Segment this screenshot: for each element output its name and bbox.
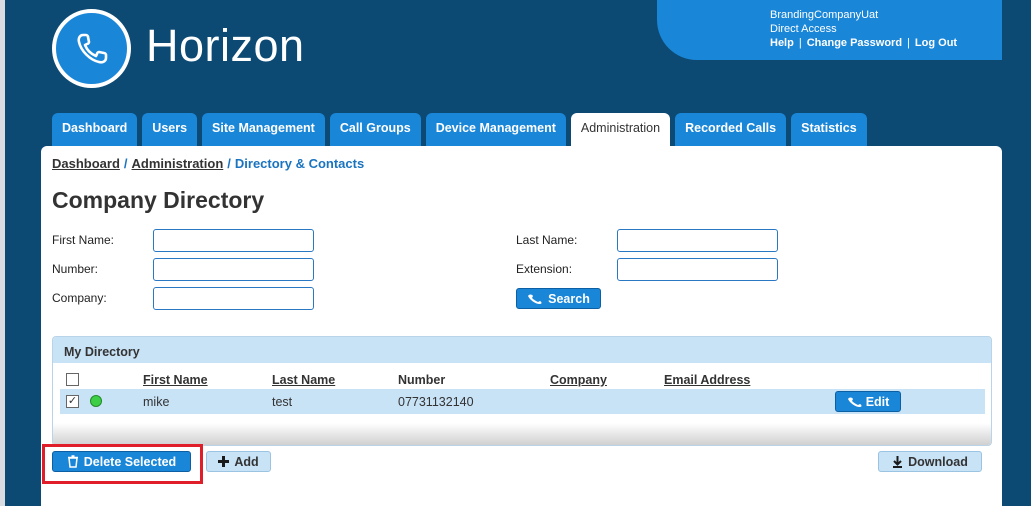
directory-footer-shadow: [53, 423, 991, 445]
phone-icon: [76, 33, 107, 64]
row-checkbox[interactable]: ✓: [66, 395, 79, 408]
download-icon: [893, 455, 903, 468]
add-button-label: Add: [234, 454, 259, 469]
row-first-name: mike: [143, 395, 170, 409]
tab-device-management[interactable]: Device Management: [425, 113, 566, 146]
tab-statistics[interactable]: Statistics: [791, 113, 867, 146]
tab-call-groups[interactable]: Call Groups: [329, 113, 421, 146]
company-name: BrandingCompanyUat: [770, 9, 879, 21]
row-last-name: test: [272, 395, 293, 409]
plus-icon: [218, 456, 230, 467]
table-row[interactable]: ✓ mike test 07731132140 Edit: [60, 389, 985, 414]
account-links: Help | Change Password | Log Out: [770, 37, 957, 49]
breadcrumb-dashboard-link[interactable]: Dashboard: [52, 156, 120, 171]
column-company[interactable]: Company: [550, 373, 607, 387]
status-online-icon: [90, 395, 102, 407]
edit-button-label: Edit: [865, 394, 890, 409]
extension-input[interactable]: [617, 258, 778, 281]
directory-title: My Directory: [53, 337, 991, 363]
tab-recorded-calls[interactable]: Recorded Calls: [675, 113, 787, 146]
download-button-label: Download: [908, 454, 968, 469]
horizon-logo: [52, 9, 131, 88]
add-button[interactable]: Add: [206, 451, 271, 472]
tab-administration[interactable]: Administration: [570, 113, 671, 146]
edit-button[interactable]: Edit: [835, 391, 901, 412]
tab-dashboard[interactable]: Dashboard: [52, 113, 138, 146]
search-icon: [528, 294, 542, 304]
link-separator: |: [907, 37, 910, 49]
help-link[interactable]: Help: [770, 37, 794, 49]
search-button-label: Search: [548, 291, 590, 306]
breadcrumb-separator: /: [123, 156, 128, 171]
column-first-name[interactable]: First Name: [143, 373, 208, 387]
breadcrumb-administration-link[interactable]: Administration: [132, 156, 224, 171]
number-label: Number:: [52, 262, 99, 276]
account-panel: BrandingCompanyUat Direct Access Help | Ch…: [657, 0, 1002, 60]
left-edge-strip: [0, 0, 5, 506]
first-name-input[interactable]: [153, 229, 314, 252]
highlight-annotation: [42, 444, 203, 484]
logout-link[interactable]: Log Out: [915, 37, 957, 49]
search-button[interactable]: Search: [516, 288, 601, 309]
last-name-label: Last Name:: [516, 233, 578, 247]
my-directory-panel: My Directory First Name Last Name Number…: [52, 336, 992, 446]
main-nav-tabs: Dashboard Users Site Management Call Gro…: [52, 113, 867, 146]
column-last-name[interactable]: Last Name: [272, 373, 335, 387]
first-name-label: First Name:: [52, 233, 115, 247]
link-separator: |: [798, 37, 802, 49]
column-number: Number: [398, 373, 446, 387]
access-level: Direct Access: [770, 23, 837, 35]
column-email-address[interactable]: Email Address: [664, 373, 750, 387]
extension-label: Extension:: [516, 262, 573, 276]
company-label: Company:: [52, 291, 107, 305]
breadcrumb: Dashboard / Administration / Directory & Con…: [52, 156, 364, 171]
page-title: Company Directory: [52, 187, 265, 213]
breadcrumb-separator: /: [227, 156, 231, 171]
select-all-checkbox[interactable]: [66, 373, 79, 386]
tab-users[interactable]: Users: [142, 113, 198, 146]
phone-edit-icon: [847, 397, 862, 407]
download-button[interactable]: Download: [878, 451, 982, 472]
tab-site-management[interactable]: Site Management: [202, 113, 325, 146]
breadcrumb-current: Directory & Contacts: [234, 156, 365, 171]
change-password-link[interactable]: Change Password: [807, 37, 902, 49]
company-input[interactable]: [153, 287, 314, 310]
row-number: 07731132140: [398, 395, 474, 409]
brand-name: Horizon: [146, 20, 305, 71]
number-input[interactable]: [153, 258, 314, 281]
last-name-input[interactable]: [617, 229, 778, 252]
